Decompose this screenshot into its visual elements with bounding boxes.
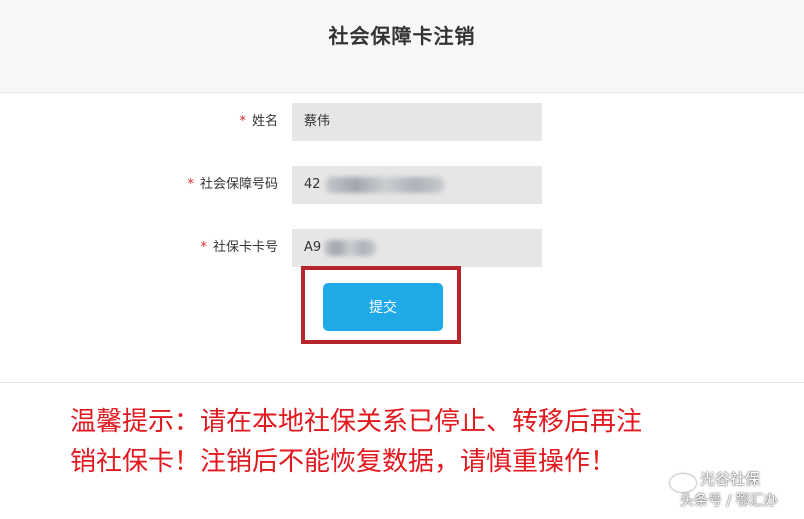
notice-line-2: 销社保卡！注销后不能恢复数据，请慎重操作！: [70, 447, 617, 477]
required-mark: *: [187, 177, 194, 192]
required-mark: *: [200, 240, 207, 255]
watermark: 光谷社保 头条号 / 鄂汇办: [670, 470, 804, 519]
name-label: * 姓名: [239, 103, 278, 141]
watermark-line-2: 头条号 / 鄂汇办: [680, 493, 778, 509]
notice-line-1: 温馨提示：请在本地社保关系已停止、转移后再注: [70, 407, 643, 437]
page-title: 社会保障卡注销: [328, 24, 476, 48]
submit-button[interactable]: 提交: [323, 283, 443, 331]
name-row: * 姓名 蔡伟: [0, 103, 804, 141]
redacted-blur: [324, 240, 376, 256]
page-header: 社会保障卡注销: [0, 0, 804, 93]
required-mark: *: [239, 114, 246, 129]
social-security-number-value: 42: [304, 177, 321, 192]
card-number-label-text: 社保卡卡号: [212, 240, 278, 255]
social-security-number-row: * 社会保障号码 42: [0, 166, 804, 204]
name-field[interactable]: 蔡伟: [292, 103, 542, 141]
card-number-field[interactable]: A9: [292, 229, 542, 267]
social-security-number-field[interactable]: 42: [292, 166, 542, 204]
card-number-label: * 社保卡卡号: [200, 229, 278, 267]
redacted-blur: [326, 177, 444, 193]
watermark-line-1: 光谷社保: [700, 470, 761, 488]
social-security-number-label: * 社会保障号码: [187, 166, 278, 204]
name-label-text: 姓名: [251, 114, 278, 129]
warning-notice: 温馨提示：请在本地社保关系已停止、转移后再注 销社保卡！注销后不能恢复数据，请慎…: [70, 402, 770, 482]
section-divider: [0, 382, 804, 383]
card-number-row: * 社保卡卡号 A9: [0, 229, 804, 267]
card-number-value: A9: [304, 240, 322, 255]
social-security-number-label-text: 社会保障号码: [199, 177, 278, 192]
chat-logo-icon: [670, 474, 696, 492]
